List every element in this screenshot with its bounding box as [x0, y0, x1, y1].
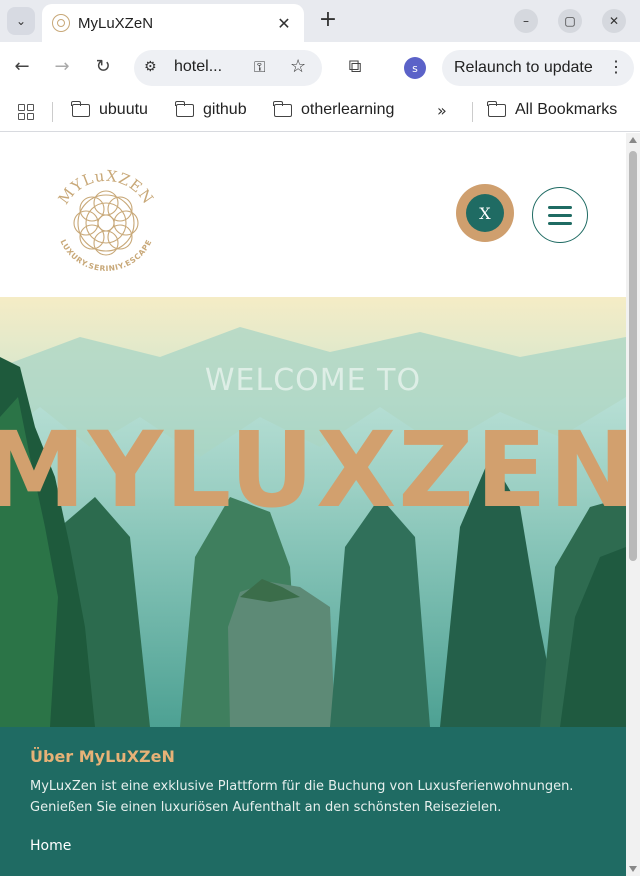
home-link[interactable]: Home [30, 838, 71, 854]
menu-icon [548, 205, 572, 209]
mylu-xzen-logo[interactable]: MYLuXZEN LUXURY.SERINIY.ESCAPE [48, 163, 164, 279]
bookmark-otherlearning[interactable]: otherlearning [273, 100, 395, 119]
hero-section: WELCOME TO MYLUXZEN [0, 297, 626, 727]
tab-title: MyLuXZeN [78, 14, 154, 32]
all-bookmarks[interactable]: All Bookmarks [487, 100, 618, 119]
window-close-icon[interactable]: ✕ [602, 9, 626, 33]
forward-icon[interactable]: → [51, 56, 73, 78]
back-icon[interactable]: ← [11, 56, 33, 78]
tab-strip: ⌄ MyLuXZeN ✕ + – ▢ ✕ [0, 0, 640, 42]
apps-grid-icon[interactable] [18, 104, 34, 120]
more-menu-icon[interactable]: ⋮ [608, 57, 624, 77]
about-text: MyLuxZen ist eine exklusive Plattform fü… [30, 779, 574, 815]
scroll-up-arrow-icon[interactable] [629, 137, 637, 143]
bookmarks-overflow-icon[interactable]: » [437, 101, 447, 120]
logo-top-text: MYLuXZEN [55, 167, 157, 208]
relaunch-button[interactable]: Relaunch to update ⋮ [442, 50, 634, 86]
maximize-icon[interactable]: ▢ [558, 9, 582, 33]
extensions-icon[interactable]: ⧉ [344, 56, 366, 78]
site-settings-icon[interactable]: ⚙ [144, 59, 157, 75]
profile-avatar[interactable]: s [404, 57, 426, 79]
page-scrollbar[interactable] [626, 133, 640, 876]
svg-text:MYLuXZEN: MYLuXZEN [55, 167, 158, 208]
close-button[interactable]: X [456, 184, 514, 242]
bookmark-ubuutu[interactable]: ubuutu [71, 100, 148, 119]
bookmark-star-icon[interactable]: ☆ [290, 56, 306, 77]
folder-icon [487, 100, 506, 117]
chevron-down-icon: ⌄ [15, 14, 27, 28]
minimize-icon[interactable]: – [514, 9, 538, 33]
folder-icon [273, 100, 292, 117]
relaunch-label: Relaunch to update [454, 59, 593, 76]
folder-icon [175, 100, 194, 117]
hamburger-menu-button[interactable] [532, 187, 588, 243]
scrollbar-thumb[interactable] [629, 151, 637, 561]
reload-icon[interactable]: ↻ [92, 56, 114, 78]
divider [472, 102, 473, 122]
site-favicon-icon [52, 14, 70, 32]
bookmark-label: github [203, 101, 247, 118]
key-icon[interactable]: ⚿ [254, 58, 265, 76]
browser-tab[interactable]: MyLuXZeN ✕ [42, 4, 304, 42]
scroll-down-arrow-icon[interactable] [629, 866, 637, 872]
bookmark-label: otherlearning [301, 101, 395, 118]
tab-close-icon[interactable]: ✕ [274, 14, 294, 33]
tab-search-button[interactable]: ⌄ [7, 7, 35, 35]
hero-title: MYLUXZEN [0, 409, 626, 531]
folder-icon [71, 100, 90, 117]
bookmark-github[interactable]: github [175, 100, 247, 119]
close-label: X [466, 194, 504, 232]
divider [52, 102, 53, 122]
page-viewport: MYLuXZEN LUXURY.SERINIY.ESCAPE X WELCOME… [0, 133, 626, 876]
bookmark-label: All Bookmarks [515, 101, 618, 118]
hero-welcome-text: WELCOME TO [204, 363, 422, 398]
new-tab-icon[interactable]: + [316, 8, 340, 32]
bookmarks-bar: ubuutu github otherlearning » All Bookma… [0, 92, 640, 132]
browser-toolbar: ← → ↻ ⚙ hotel... ⚿ ☆ ⧉ s Relaunch to upd… [0, 42, 640, 92]
url-text[interactable]: hotel... [174, 58, 222, 76]
address-bar[interactable]: ⚙ hotel... ⚿ ☆ [134, 50, 322, 86]
about-heading: Über MyLuXZeN [30, 747, 175, 766]
bookmark-label: ubuutu [99, 101, 148, 118]
site-header: MYLuXZEN LUXURY.SERINIY.ESCAPE X [0, 133, 626, 297]
about-section: Über MyLuXZeN MyLuxZen ist eine exklusiv… [0, 727, 626, 876]
